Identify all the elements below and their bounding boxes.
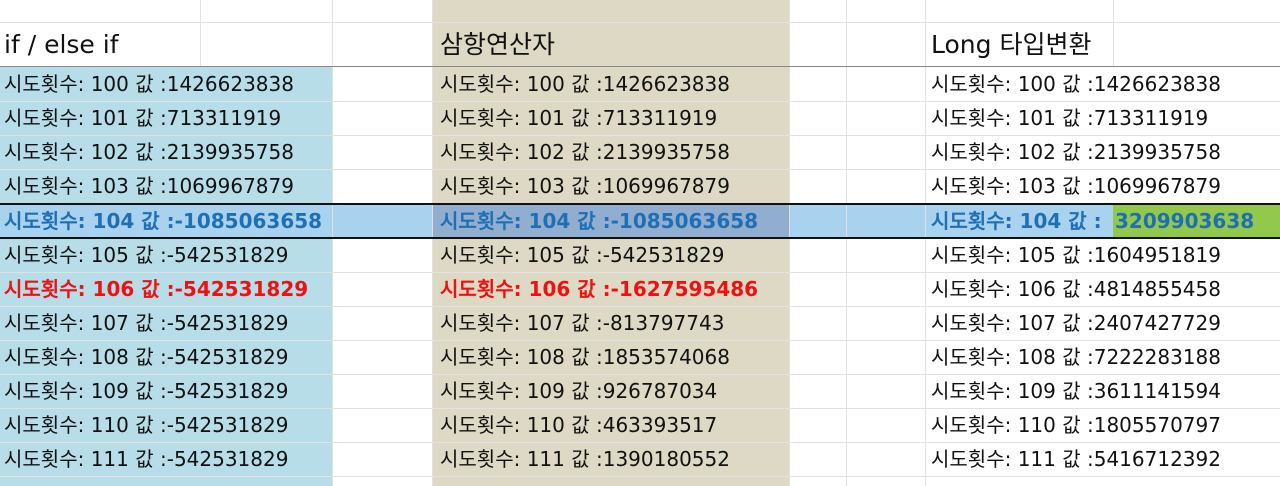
- cell-col2[interactable]: 시도횟수: 100 값 :1426623838: [440, 67, 730, 101]
- cell-col3[interactable]: 시도횟수: 103 값 :1069967879: [931, 169, 1221, 203]
- gridline: [432, 0, 433, 486]
- gridline: [846, 0, 847, 486]
- cell-col3-selected-value[interactable]: 3209903638: [1115, 204, 1254, 238]
- cell-col1[interactable]: 시도횟수: 111 값 :-542531829: [4, 442, 288, 476]
- cell-col1[interactable]: 시도횟수: 110 값 :-542531829: [4, 408, 288, 442]
- gridline: [0, 22, 1280, 23]
- gridline: [0, 476, 1280, 477]
- cell-col1[interactable]: 시도횟수: 108 값 :-542531829: [4, 340, 288, 374]
- gridline: [200, 0, 201, 66]
- cell-col1[interactable]: 시도횟수: 103 값 :1069967879: [4, 169, 294, 203]
- cell-col2[interactable]: 시도횟수: 103 값 :1069967879: [440, 169, 730, 203]
- cell-col1-error[interactable]: 시도횟수: 106 값 :-542531829: [4, 272, 308, 306]
- cell-col1[interactable]: 시도횟수: 100 값 :1426623838: [4, 67, 294, 101]
- spreadsheet-grid: if / else if 삼항연산자 Long 타입변환 시도횟수: 100 값…: [0, 0, 1280, 486]
- cell-col3[interactable]: 시도횟수: 111 값 :5416712392: [931, 442, 1221, 476]
- cell-col3[interactable]: 시도횟수: 109 값 :3611141594: [931, 374, 1221, 408]
- cell-col2[interactable]: 시도횟수: 107 값 :-813797743: [440, 306, 724, 340]
- header-long-cast[interactable]: Long 타입변환: [931, 27, 1091, 63]
- gridline: [332, 0, 333, 486]
- cell-col2[interactable]: 시도횟수: 108 값 :1853574068: [440, 340, 730, 374]
- cell-col2[interactable]: 시도횟수: 105 값 :-542531829: [440, 238, 724, 272]
- header-ternary[interactable]: 삼항연산자: [440, 27, 555, 63]
- cell-col2[interactable]: 시도횟수: 101 값 :713311919: [440, 101, 717, 135]
- cell-col1-selected[interactable]: 시도횟수: 104 값 :-1085063658: [4, 204, 322, 238]
- cell-col2[interactable]: 시도횟수: 102 값 :2139935758: [440, 135, 730, 169]
- cell-col1[interactable]: 시도횟수: 107 값 :-542531829: [4, 306, 288, 340]
- cell-col3-selected-label[interactable]: 시도횟수: 104 값 :: [931, 204, 1102, 238]
- cell-col2[interactable]: 시도횟수: 110 값 :463393517: [440, 408, 717, 442]
- cell-col3[interactable]: 시도횟수: 110 값 :1805570797: [931, 408, 1221, 442]
- cell-col3[interactable]: 시도횟수: 106 값 :4814855458: [931, 272, 1221, 306]
- gridline: [1113, 0, 1114, 66]
- cell-col3[interactable]: 시도횟수: 107 값 :2407427729: [931, 306, 1221, 340]
- gridline: [925, 0, 926, 486]
- cell-col2[interactable]: 시도횟수: 111 값 :1390180552: [440, 442, 730, 476]
- cell-col3[interactable]: 시도횟수: 105 값 :1604951819: [931, 238, 1221, 272]
- cell-col3[interactable]: 시도횟수: 101 값 :713311919: [931, 101, 1208, 135]
- cell-col3[interactable]: 시도횟수: 102 값 :2139935758: [931, 135, 1221, 169]
- cell-col2[interactable]: 시도횟수: 109 값 :926787034: [440, 374, 717, 408]
- cell-col1[interactable]: 시도횟수: 109 값 :-542531829: [4, 374, 288, 408]
- gridline: [789, 0, 790, 486]
- cell-col1[interactable]: 시도횟수: 101 값 :713311919: [4, 101, 281, 135]
- cell-col1[interactable]: 시도횟수: 102 값 :2139935758: [4, 135, 294, 169]
- cell-col3[interactable]: 시도횟수: 100 값 :1426623838: [931, 67, 1221, 101]
- header-if-else[interactable]: if / else if: [4, 27, 119, 63]
- cell-col2-selected[interactable]: 시도횟수: 104 값 :-1085063658: [440, 204, 758, 238]
- cell-col3[interactable]: 시도횟수: 108 값 :7222283188: [931, 340, 1221, 374]
- cell-col2-error[interactable]: 시도횟수: 106 값 :-1627595486: [440, 272, 758, 306]
- cell-col1[interactable]: 시도횟수: 105 값 :-542531829: [4, 238, 288, 272]
